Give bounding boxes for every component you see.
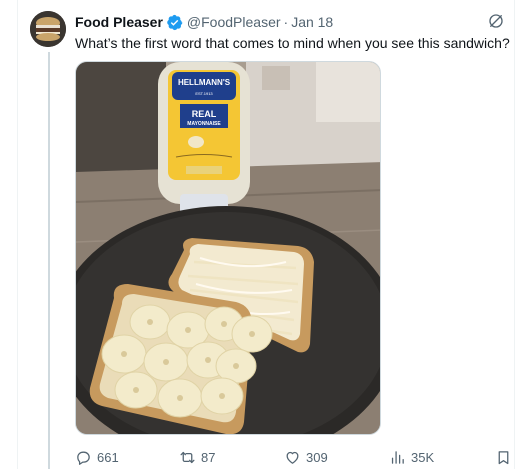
author-display-name[interactable]: Food Pleaser <box>75 14 163 30</box>
grok-icon[interactable] <box>487 12 505 30</box>
bookmark-icon <box>498 450 509 464</box>
like-count: 309 <box>306 449 328 465</box>
bottle-product-text: REAL <box>192 109 217 119</box>
tweet-media-photo[interactable]: HELLMANN'S EST.1913 REAL MAYONNAISE <box>75 61 381 435</box>
header-separator: · <box>283 14 289 30</box>
verified-badge-icon[interactable] <box>166 14 183 31</box>
repost-count: 87 <box>201 449 216 465</box>
author-handle[interactable]: @FoodPleaser <box>187 14 281 30</box>
tweet-header: Food Pleaser @FoodPleaser · Jan 18 <box>75 12 333 32</box>
views-count: 35K <box>411 449 435 465</box>
burger-avatar-image <box>30 11 66 47</box>
tweet-action-bar: 661 87 309 35K <box>75 447 513 467</box>
heart-icon <box>286 451 299 464</box>
bottle-brand-text: HELLMANN'S <box>178 78 231 87</box>
reply-icon <box>77 451 90 465</box>
tweet-text: What’s the first word that comes to mind… <box>75 35 510 51</box>
tweet-date[interactable]: Jan 18 <box>291 14 333 30</box>
sandwich-photo: HELLMANN'S EST.1913 REAL MAYONNAISE <box>76 62 380 434</box>
bookmark-button[interactable] <box>495 447 512 467</box>
reply-button[interactable]: 661 <box>75 447 119 467</box>
views-button[interactable]: 35K <box>389 447 434 467</box>
bottle-product-sub-text: MAYONNAISE <box>187 121 221 127</box>
thread-connector-line <box>48 52 50 469</box>
repost-icon <box>180 451 195 463</box>
like-button[interactable]: 309 <box>284 447 328 467</box>
repost-button[interactable]: 87 <box>179 447 215 467</box>
timeline-border-left <box>17 0 18 469</box>
views-icon <box>391 450 404 464</box>
bottle-est-text: EST.1913 <box>195 91 213 96</box>
author-avatar[interactable] <box>30 11 66 47</box>
reply-count: 661 <box>97 449 119 465</box>
timeline-border-right <box>514 0 515 469</box>
